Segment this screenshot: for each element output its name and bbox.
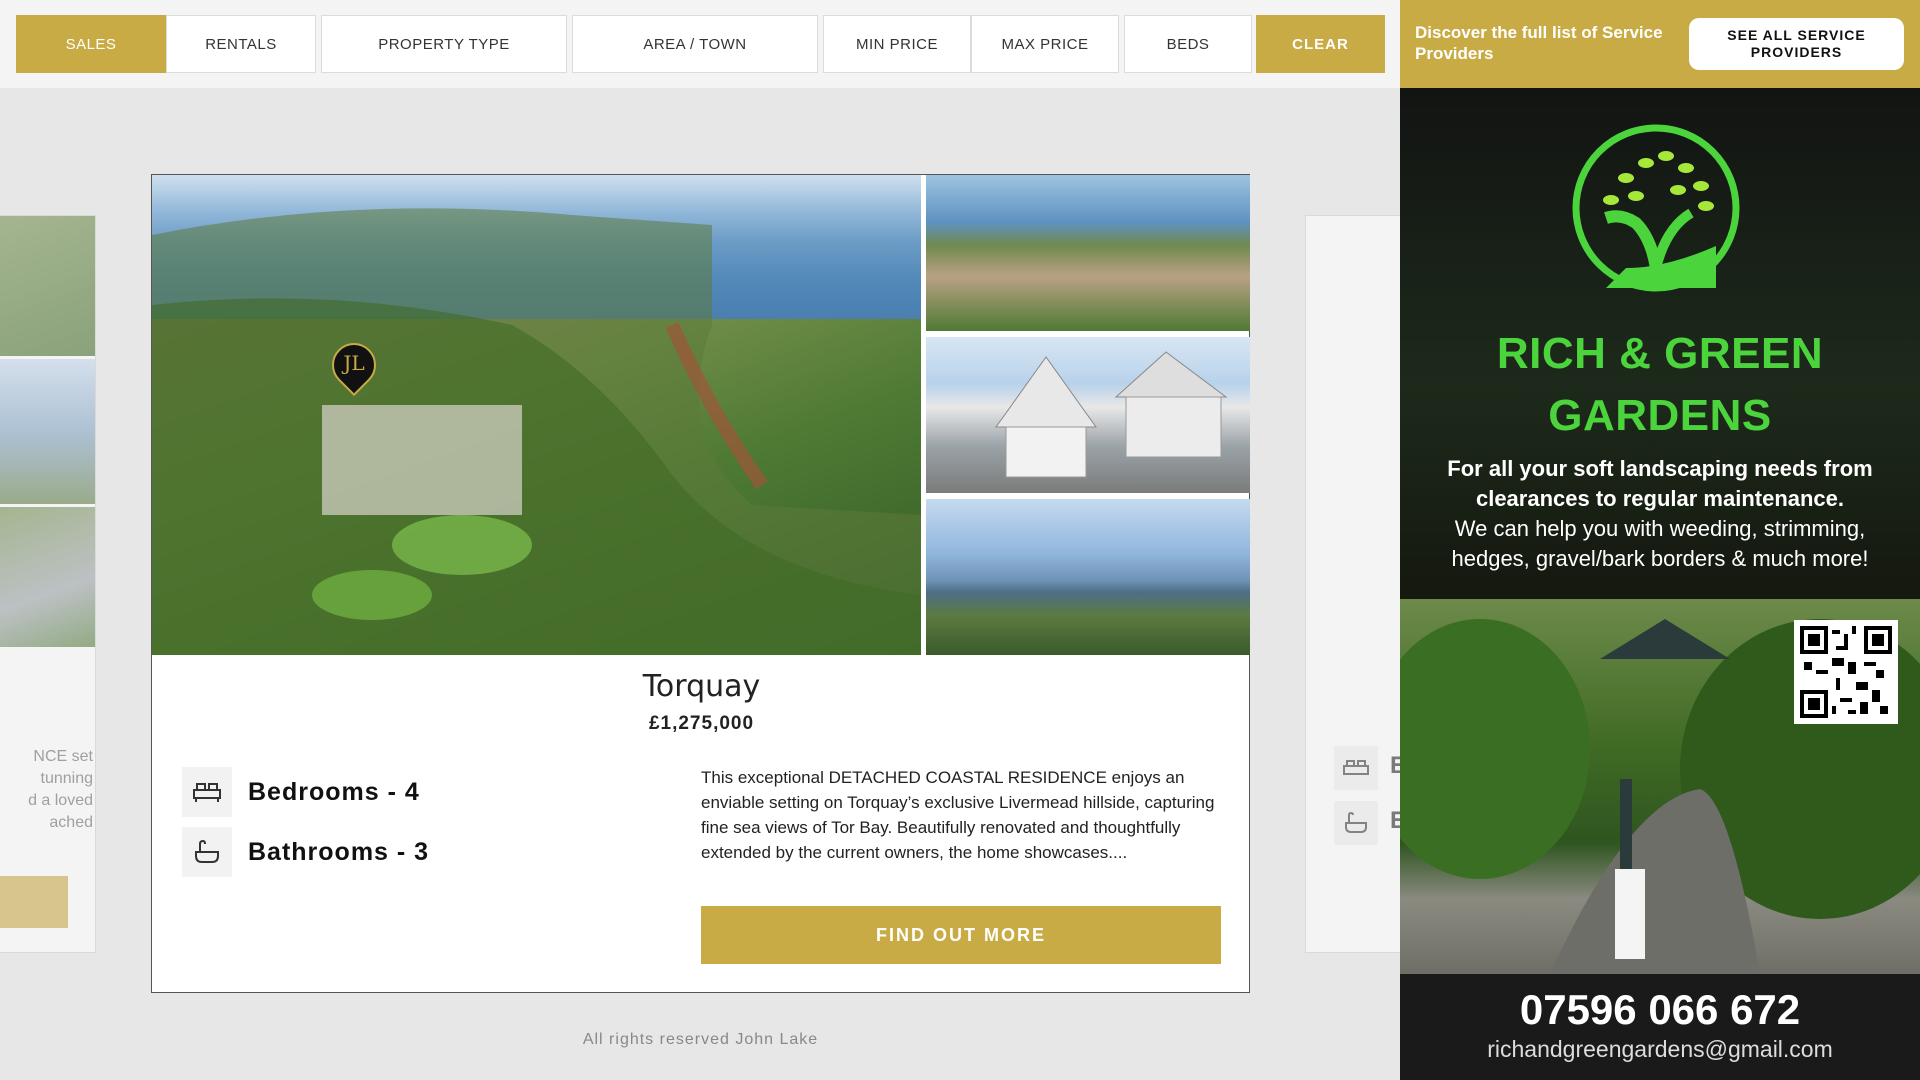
bedrooms-label: Bedrooms - 4: [248, 777, 420, 806]
previous-listing-find-out-more-button[interactable]: [0, 876, 68, 928]
listing-card[interactable]: JL Torquay £1,275,000 Bedrooms - 4 Bathr…: [151, 174, 1250, 993]
ad-company-name-line: GARDENS: [1548, 391, 1772, 440]
ad-tagline-line: For all your soft landscaping needs from: [1447, 456, 1873, 481]
filter-property-type-dropdown[interactable]: PROPERTY TYPE: [321, 15, 567, 73]
listing-description: This exceptional DETACHED COASTAL RESIDE…: [701, 768, 1215, 862]
ad-tagline: We can help you with weeding, strimming,…: [1400, 514, 1920, 574]
previous-listing-text-line: ached: [49, 814, 93, 831]
ad-tagline-bold: For all your soft landscaping needs from…: [1400, 454, 1920, 514]
filter-sales-button[interactable]: SALES: [16, 15, 166, 73]
clear-filters-button[interactable]: CLEAR: [1256, 15, 1385, 73]
ad-tagline-line: We can help you with weeding, strimming,: [1454, 516, 1866, 541]
filter-bar: SALES RENTALS PROPERTY TYPE AREA / TOWN …: [0, 0, 1400, 88]
filter-max-price-dropdown[interactable]: MAX PRICE: [971, 15, 1119, 73]
bed-icon: [1334, 746, 1378, 790]
discover-text: Discover the full list of Service Provid…: [1415, 23, 1663, 63]
previous-listing-text-line: d a loved: [28, 792, 93, 809]
ad-email[interactable]: richandgreengardens@gmail.com: [1400, 1036, 1920, 1063]
listing-thumbnail-photo[interactable]: [926, 499, 1250, 655]
previous-listing-image: [0, 507, 95, 647]
filter-beds-dropdown[interactable]: BEDS: [1124, 15, 1252, 73]
pin-label: JL: [343, 351, 365, 375]
advertisement-banner[interactable]: RICH & GREEN GARDENS For all your soft l…: [1400, 88, 1920, 1080]
listing-thumbnail-photo[interactable]: [926, 337, 1250, 493]
location-pin-icon: JL: [322, 333, 386, 397]
ad-tagline-line: hedges, gravel/bark borders & much more!: [1451, 546, 1869, 571]
ad-tagline-line: clearances to regular maintenance.: [1475, 486, 1845, 511]
bathrooms-feature: Bathrooms - 3: [182, 827, 429, 877]
previous-listing-image: [0, 216, 95, 356]
filter-min-price-dropdown[interactable]: MIN PRICE: [823, 15, 971, 73]
filter-area-town-dropdown[interactable]: AREA / TOWN: [572, 15, 818, 73]
ad-phone-number[interactable]: 07596 066 672: [1400, 986, 1920, 1034]
listing-main-photo[interactable]: JL: [152, 175, 921, 655]
next-listing-card[interactable]: E E: [1305, 215, 1403, 953]
footer-copyright: All rights reserved John Lake: [582, 1031, 819, 1048]
ad-company-name: RICH & GREEN GARDENS: [1400, 323, 1920, 447]
previous-listing-image: [0, 359, 95, 504]
listing-town: Torquay: [642, 669, 761, 704]
filter-rentals-button[interactable]: RENTALS: [166, 15, 316, 73]
previous-listing-card[interactable]: NCE set tunning d a loved ached: [0, 215, 96, 953]
qr-code[interactable]: [1794, 620, 1898, 724]
previous-listing-description: NCE set tunning d a loved ached: [0, 746, 95, 834]
bath-icon: [1334, 801, 1378, 845]
listing-price: £1,275,000: [648, 713, 755, 734]
bed-icon: [182, 767, 232, 817]
find-out-more-button[interactable]: FIND OUT MORE: [701, 906, 1221, 964]
listing-thumbnail-photo[interactable]: [926, 175, 1250, 331]
service-providers-panel: Discover the full list of Service Provid…: [1400, 0, 1920, 1080]
bath-icon: [182, 827, 232, 877]
bedrooms-feature: Bedrooms - 4: [182, 767, 420, 817]
tree-logo-icon: [1572, 124, 1740, 292]
previous-listing-text-line: tunning: [40, 770, 94, 787]
bathrooms-label: Bathrooms - 3: [248, 837, 430, 866]
previous-listing-text-line: NCE set: [33, 748, 93, 765]
see-all-service-providers-button[interactable]: SEE ALL SERVICE PROVIDERS: [1689, 18, 1904, 70]
ad-company-name-line: RICH & GREEN: [1496, 329, 1824, 378]
service-providers-header: Discover the full list of Service Provid…: [1400, 0, 1920, 88]
